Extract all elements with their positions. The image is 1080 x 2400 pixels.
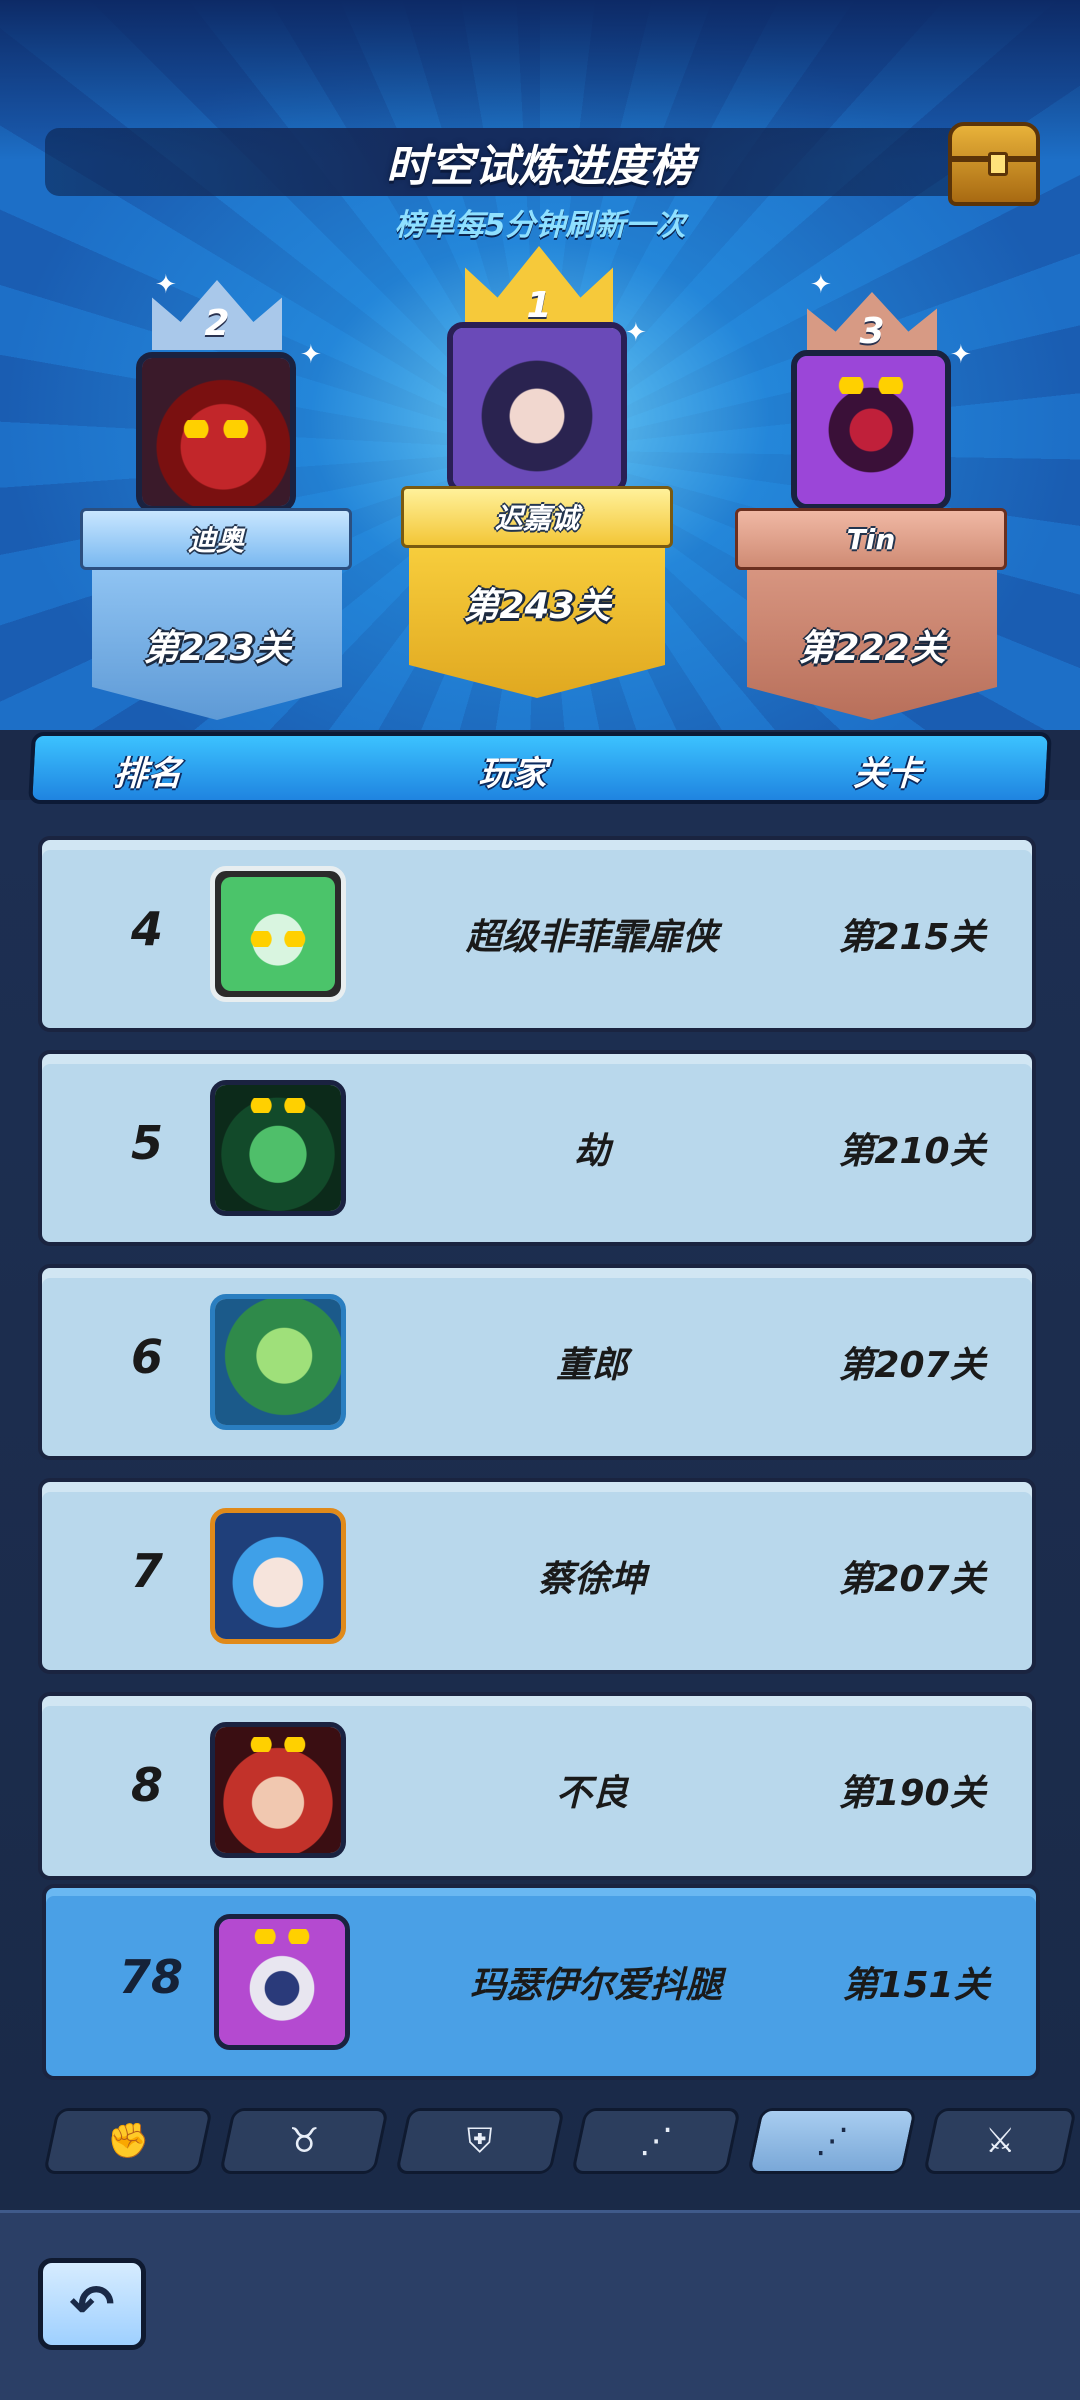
footer-bar: [0, 2210, 1080, 2400]
page-title: 时空试炼进度榜: [386, 141, 694, 192]
podium-name-ribbon: 迟嘉诚: [401, 486, 673, 548]
podium-stage: 第243关: [463, 586, 611, 627]
row-player-name: 不良: [555, 1773, 628, 1814]
sparkle-icon: ✦: [300, 340, 322, 370]
row-player-name: 超级非菲霏扉侠: [465, 917, 718, 958]
tab-nodes-active[interactable]: ⋰: [746, 2108, 918, 2174]
fist-icon: ✊: [106, 2121, 150, 2161]
sparkle-icon: ✦: [155, 270, 177, 300]
category-tabs: ✊ ♉ ⛨ ⋰ ⋰ ⚔: [0, 2108, 1080, 2184]
row-player-name: 董郎: [555, 1345, 628, 1386]
row-rank: 6: [130, 1330, 163, 1384]
tab-shield[interactable]: ⛨: [394, 2108, 566, 2174]
player-column-label: 玩家: [477, 754, 548, 794]
row-stage: 第207关: [838, 1559, 986, 1600]
shield-icon: ⛨: [467, 2121, 493, 2161]
tab-fist[interactable]: ✊: [42, 2108, 214, 2174]
podium-name-ribbon: 迪奥: [80, 508, 352, 570]
row-rank: 78: [118, 1950, 183, 2004]
sparkle-icon: ✦: [810, 270, 832, 300]
podium-stage: 第223关: [143, 628, 291, 669]
avatar: [791, 350, 951, 510]
sword-icon: ⚔: [984, 2121, 1016, 2161]
podium-player-name: 迟嘉诚: [494, 502, 579, 535]
avatar: [210, 1722, 346, 1858]
row-player-name: 玛瑟伊尔爱抖腿: [469, 1965, 722, 2006]
table-row[interactable]: 6 董郎 第207关: [38, 1264, 1036, 1460]
podium-rank-1[interactable]: 1 迟嘉诚 第243关: [395, 240, 685, 700]
avatar: [210, 1508, 346, 1644]
row-stage: 第207关: [838, 1345, 986, 1386]
nodes-icon: ⋰: [639, 2121, 673, 2161]
avatar: [214, 1914, 350, 2050]
row-rank: 8: [130, 1758, 163, 1812]
my-rank-row[interactable]: 78 玛瑟伊尔爱抖腿 第151关: [42, 1884, 1040, 2080]
nodes-active-icon: ⋰: [815, 2121, 849, 2161]
podium-rank-3[interactable]: 3 Tin 第222关: [735, 280, 1015, 720]
podium-rank-number: 3: [859, 311, 885, 352]
row-rank: 4: [130, 902, 163, 956]
bull-icon: ♉: [288, 2121, 320, 2161]
gold-crown-icon: 1: [465, 246, 613, 332]
table-row[interactable]: 5 劫 第210关: [38, 1050, 1036, 1246]
podium-stage-box: 第243关: [409, 548, 665, 698]
podium-player-name: 迪奥: [187, 524, 244, 557]
podium-rank-number: 1: [526, 285, 552, 326]
avatar: [210, 1294, 346, 1430]
column-header: 排名 玩家 关卡: [28, 732, 1052, 804]
avatar: [210, 866, 346, 1002]
sparkle-icon: ✦: [950, 340, 972, 370]
tab-nodes[interactable]: ⋰: [570, 2108, 742, 2174]
table-row[interactable]: 4 超级非菲霏扉侠 第215关: [38, 836, 1036, 1032]
row-player-name: 蔡徐坤: [537, 1559, 646, 1600]
back-button[interactable]: ↶: [38, 2258, 146, 2350]
podium-stage: 第222关: [798, 628, 946, 669]
podium-player-name: Tin: [846, 522, 896, 556]
table-row[interactable]: 7 蔡徐坤 第207关: [38, 1478, 1036, 1674]
podium-rank-2[interactable]: 2 迪奥 第223关: [80, 270, 360, 720]
tab-sword[interactable]: ⚔: [922, 2108, 1078, 2174]
avatar: [136, 352, 296, 512]
refresh-subtitle: 榜单每5分钟刷新一次: [394, 208, 686, 243]
avatar: [447, 322, 627, 494]
row-rank: 7: [130, 1544, 163, 1598]
podium-name-ribbon: Tin: [735, 508, 1007, 570]
avatar: [210, 1080, 346, 1216]
table-row[interactable]: 8 不良 第190关: [38, 1692, 1036, 1880]
treasure-chest-icon[interactable]: [948, 122, 1040, 206]
bronze-crown-icon: 3: [807, 292, 937, 358]
row-rank: 5: [130, 1116, 163, 1170]
podium-stage-box: 第223关: [92, 570, 342, 720]
podium-rank-number: 2: [204, 303, 230, 344]
row-player-name: 劫: [573, 1131, 610, 1172]
row-stage: 第210关: [838, 1131, 986, 1172]
stage-column-label: 关卡: [852, 754, 923, 794]
podium-stage-box: 第222关: [747, 570, 997, 720]
row-stage: 第215关: [838, 917, 986, 958]
rank-column-label: 排名: [112, 754, 183, 794]
tab-bull[interactable]: ♉: [218, 2108, 390, 2174]
back-arrow-icon: ↶: [69, 2272, 115, 2336]
row-stage: 第190关: [838, 1773, 986, 1814]
row-stage: 第151关: [842, 1965, 990, 2006]
sparkle-icon: ✦: [625, 318, 647, 348]
